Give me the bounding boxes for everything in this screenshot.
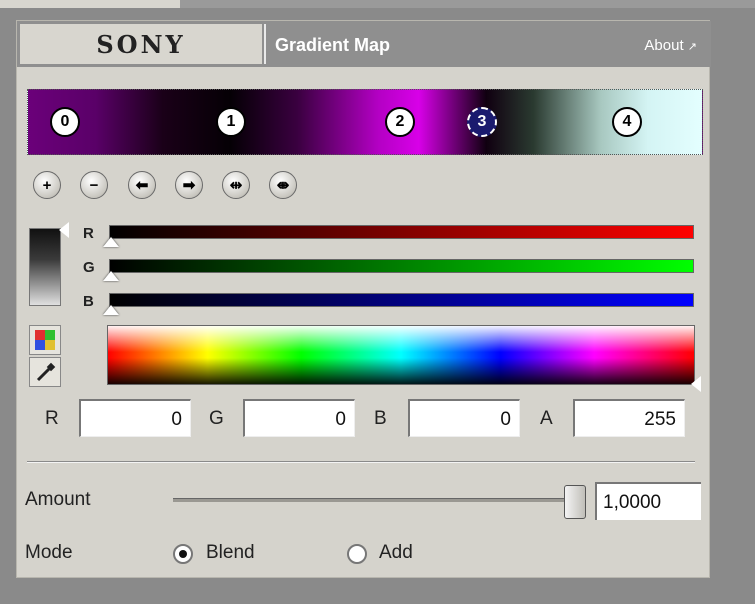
distribute-evenly-icon: ⇼ <box>276 177 290 194</box>
sony-logo: SONY <box>20 24 262 64</box>
distribute-evenly-button[interactable]: ⇼ <box>269 171 297 199</box>
move-stop-right-icon: ➡ <box>182 177 196 194</box>
amount-slider-track[interactable] <box>173 498 583 502</box>
mode-blend-radio[interactable] <box>173 544 193 564</box>
add-stop-button[interactable]: + <box>33 171 61 199</box>
amount-label: Amount <box>25 489 91 510</box>
mode-blend-label[interactable]: Blend <box>206 542 255 564</box>
gradient-stop-1[interactable]: 1 <box>216 107 246 137</box>
b-value-input[interactable]: 0 <box>408 399 520 437</box>
move-stop-right-button[interactable]: ➡ <box>175 171 203 199</box>
move-stop-left-button[interactable]: ⬅ <box>128 171 156 199</box>
b-field-label: B <box>374 408 387 429</box>
red-channel-slider[interactable] <box>109 225 694 239</box>
top-strip-tab <box>0 0 180 8</box>
red-channel-label: R <box>83 225 94 242</box>
r-value-input[interactable]: 0 <box>79 399 191 437</box>
palette-icon <box>35 330 55 350</box>
top-strip <box>0 0 755 8</box>
spectrum-pointer-icon[interactable] <box>691 376 701 392</box>
green-channel-label: G <box>83 259 95 276</box>
gradient-stop-4[interactable]: 4 <box>612 107 642 137</box>
blue-channel-slider[interactable] <box>109 293 694 307</box>
palette-button[interactable] <box>29 325 61 355</box>
a-value-input[interactable]: 255 <box>573 399 685 437</box>
about-label[interactable]: About <box>644 37 683 54</box>
distribute-icon: ⇹ <box>229 177 243 194</box>
mode-label: Mode <box>25 542 73 563</box>
blue-slider-thumb[interactable] <box>103 305 119 315</box>
red-slider-thumb[interactable] <box>103 237 119 247</box>
about-link[interactable]: About ↗ <box>644 37 697 54</box>
remove-stop-icon: − <box>89 176 99 194</box>
gradient-map-panel: SONY Gradient Map About ↗ 0 1 2 3 4 + − … <box>16 20 711 578</box>
gradient-stop-0[interactable]: 0 <box>50 107 80 137</box>
r-field-label: R <box>45 408 59 429</box>
a-field-label: A <box>540 408 553 429</box>
eyedropper-button[interactable] <box>29 357 61 387</box>
bottom-strip <box>0 584 755 604</box>
amount-slider-thumb[interactable] <box>564 485 586 519</box>
header-divider <box>264 24 266 64</box>
section-divider <box>27 461 695 463</box>
swatch-pointer-icon[interactable] <box>59 222 69 238</box>
blue-channel-label: B <box>83 293 94 310</box>
panel-title: Gradient Map <box>275 35 391 55</box>
distribute-button[interactable]: ⇹ <box>222 171 250 199</box>
gradient-stop-2[interactable]: 2 <box>385 107 415 137</box>
gradient-bar[interactable]: 0 1 2 3 4 <box>27 89 703 155</box>
color-swatch-preview[interactable] <box>29 228 61 306</box>
add-stop-icon: + <box>42 176 52 194</box>
color-spectrum-picker[interactable] <box>107 325 695 385</box>
eyedropper-icon <box>36 362 56 382</box>
remove-stop-button[interactable]: − <box>80 171 108 199</box>
amount-value-input[interactable]: 1,0000 <box>595 482 701 520</box>
g-value-input[interactable]: 0 <box>243 399 355 437</box>
gradient-stop-3-selected[interactable]: 3 <box>467 107 497 137</box>
g-field-label: G <box>209 408 224 429</box>
green-slider-thumb[interactable] <box>103 271 119 281</box>
about-arrow-icon: ↗ <box>687 41 697 53</box>
green-channel-slider[interactable] <box>109 259 694 273</box>
mode-add-radio[interactable] <box>347 544 367 564</box>
panel-header: SONY Gradient Map About ↗ <box>17 21 711 67</box>
mode-add-label[interactable]: Add <box>379 542 413 564</box>
move-stop-left-icon: ⬅ <box>135 177 149 194</box>
